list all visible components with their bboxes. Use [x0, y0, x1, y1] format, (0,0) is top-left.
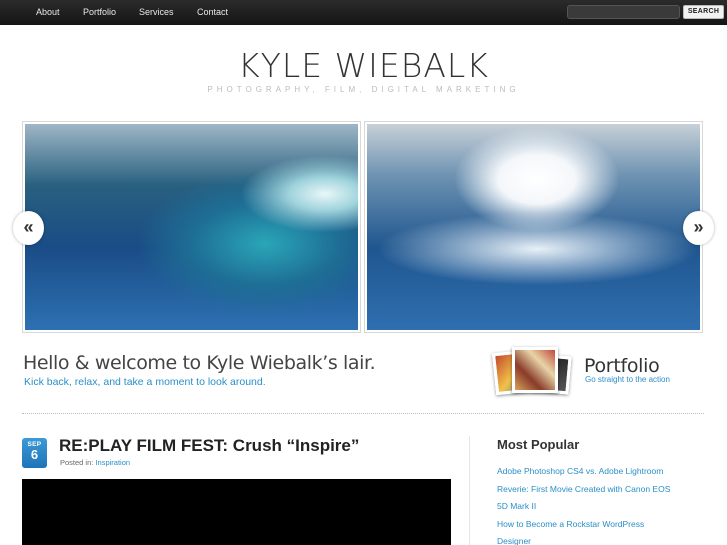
post-date-day: 6 [30, 447, 39, 462]
popular-post-link[interactable]: Reverie: First Movie Created with Canon … [497, 481, 697, 499]
welcome-heading: Hello & welcome to Kyle Wiebalk’s lair. [23, 352, 376, 374]
popular-post-link[interactable]: How to Become a Rockstar WordPress [497, 516, 697, 534]
sidebar-separator [469, 436, 470, 545]
portfolio-link-title[interactable]: Portfolio [584, 355, 660, 377]
portfolio-link-subtext[interactable]: Go straight to the action [585, 375, 670, 384]
wave-photo-left [25, 124, 358, 330]
portfolio-thumbnail-stack[interactable] [491, 345, 574, 400]
site-tagline: PHOTOGRAPHY, FILM, DIGITAL MARKETING [207, 85, 520, 94]
site-logo-title[interactable]: KYLE WIEBALK [0, 46, 727, 85]
nav-contact[interactable]: Contact [197, 7, 228, 17]
post-title[interactable]: RE:PLAY FILM FEST: Crush “Inspire” [59, 436, 359, 456]
post-date-badge: SEP 6 [22, 438, 47, 468]
slide-image-right[interactable] [364, 121, 703, 333]
video-embed[interactable] [22, 479, 451, 545]
popular-post-link[interactable]: Adobe Photoshop CS4 vs. Adobe Lightroom [497, 463, 697, 481]
search-button[interactable]: SEARCH [683, 5, 724, 19]
nav-about[interactable]: About [36, 7, 60, 17]
post-meta-prefix: Posted in: [60, 458, 94, 467]
nav-portfolio[interactable]: Portfolio [83, 7, 116, 17]
popular-post-link[interactable]: Designer [497, 533, 697, 545]
section-divider [22, 413, 704, 414]
popular-post-link[interactable]: 5D Mark II [497, 498, 697, 516]
post-meta: Posted in: Inspiration [60, 458, 130, 467]
popular-posts-list: Adobe Photoshop CS4 vs. Adobe Lightroom … [497, 463, 697, 545]
search-input[interactable] [567, 5, 680, 19]
slider-next-icon[interactable]: » [683, 211, 714, 245]
slider-prev-icon[interactable]: « [13, 211, 44, 245]
welcome-subtext: Kick back, relax, and take a moment to l… [24, 376, 266, 388]
slide-image-left[interactable] [22, 121, 361, 333]
sidebar-heading: Most Popular [497, 437, 580, 452]
post-category-link[interactable]: Inspiration [95, 458, 130, 467]
nav-services[interactable]: Services [139, 7, 174, 17]
portfolio-photo [512, 347, 558, 393]
top-nav-bar: About Portfolio Services Contact SEARCH [0, 0, 727, 25]
wave-photo-right [367, 124, 700, 330]
